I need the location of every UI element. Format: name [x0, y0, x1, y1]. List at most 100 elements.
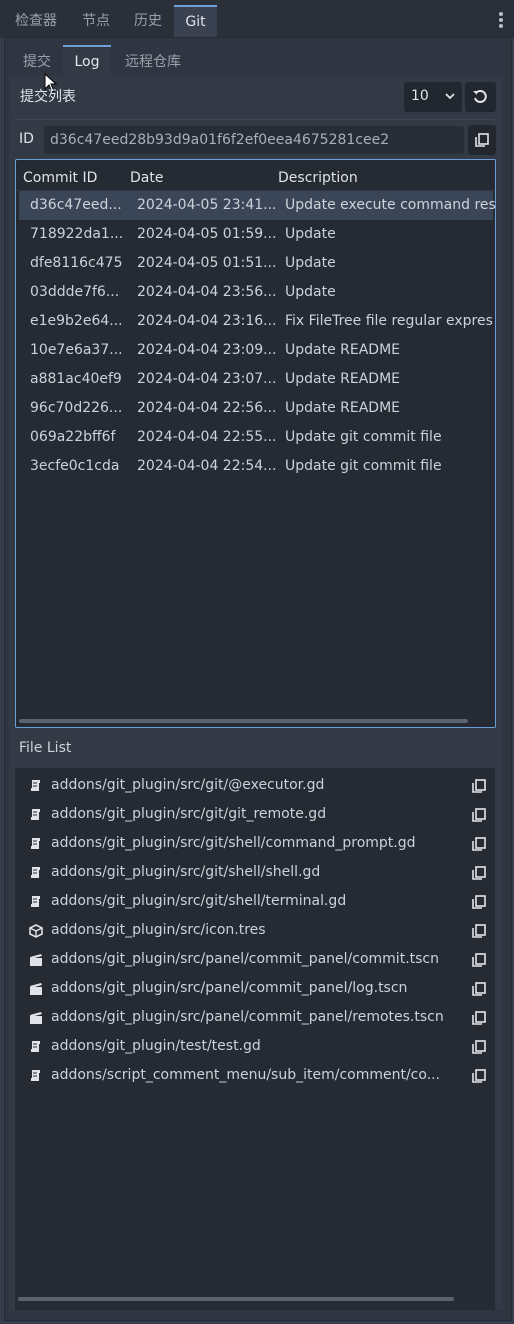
file-path: addons/script_comment_menu/sub_item/comm… — [51, 1067, 441, 1083]
copy-icon[interactable] — [472, 779, 486, 793]
copy-icon[interactable] — [472, 1069, 486, 1083]
table-row[interactable]: 96c70d226... 2024-04-04 22:56... Update … — [19, 394, 493, 423]
refresh-button[interactable] — [465, 82, 496, 112]
subtab-remotes[interactable]: 远程仓库 — [114, 47, 192, 77]
description-cell: Update README — [285, 371, 401, 387]
description-cell: Update — [285, 255, 336, 271]
date-cell: 2024-04-04 23:56... — [137, 284, 277, 300]
date-cell: 2024-04-04 22:55... — [137, 429, 277, 445]
description-cell: Update README — [285, 342, 401, 358]
copy-icon[interactable] — [472, 895, 486, 909]
commit-id-cell: 3ecfe0c1cda — [30, 458, 120, 474]
copy-icon[interactable] — [472, 982, 486, 996]
copy-icon[interactable] — [472, 808, 486, 822]
copy-icon — [475, 133, 489, 147]
copy-id-button[interactable] — [468, 125, 496, 155]
table-row[interactable]: 718922da1... 2024-04-05 01:59... Update — [19, 220, 493, 249]
list-item[interactable]: addons/git_plugin/src/git/shell/shell.gd — [15, 859, 495, 888]
commit-table[interactable]: Commit ID Date Description d36c47eed... … — [15, 159, 496, 728]
dock-tab-bar: 检查器 节点 历史 Git — [0, 0, 514, 38]
table-horizontal-scrollbar[interactable] — [19, 719, 468, 723]
script-icon — [31, 1070, 40, 1081]
list-item[interactable]: addons/git_plugin/src/icon.tres — [15, 917, 495, 946]
copy-icon[interactable] — [472, 1011, 486, 1025]
file-list[interactable]: addons/git_plugin/src/git/@executor.gd a… — [15, 768, 495, 1310]
tab-history[interactable]: 历史 — [122, 6, 174, 36]
table-row[interactable]: e1e9b2e64... 2024-04-04 23:16... Fix Fil… — [19, 307, 493, 336]
file-path: addons/git_plugin/src/panel/commit_panel… — [51, 980, 408, 996]
file-path: addons/git_plugin/src/git/shell/terminal… — [51, 893, 347, 909]
list-item[interactable]: addons/git_plugin/src/git/shell/command_… — [15, 830, 495, 859]
list-item[interactable]: addons/git_plugin/src/panel/commit_panel… — [15, 975, 495, 1004]
date-cell: 2024-04-04 23:16... — [137, 313, 277, 329]
commit-count-select[interactable]: 10 — [404, 82, 462, 112]
tab-inspector[interactable]: 检查器 — [4, 6, 68, 36]
date-cell: 2024-04-04 22:54... — [137, 458, 277, 474]
table-row[interactable]: d36c47eed... 2024-04-05 23:41... Update … — [19, 191, 495, 220]
commit-id-field[interactable]: d36c47eed28b93d9a01f6f2ef0eea4675281cee2 — [44, 126, 464, 154]
commit-id-cell: 96c70d226... — [30, 400, 123, 416]
scene-icon — [30, 983, 42, 995]
list-item[interactable]: addons/git_plugin/src/git/git_remote.gd — [15, 801, 495, 830]
file-path: addons/git_plugin/src/panel/commit_panel… — [51, 951, 439, 967]
divider — [15, 119, 495, 120]
table-row[interactable]: 10e7e6a37... 2024-04-04 23:09... Update … — [19, 336, 493, 365]
date-cell: 2024-04-05 01:51... — [137, 255, 277, 271]
file-path: addons/git_plugin/src/git/git_remote.gd — [51, 806, 327, 822]
column-header-date[interactable]: Date — [130, 170, 163, 186]
list-item[interactable]: addons/git_plugin/src/panel/commit_panel… — [15, 1004, 495, 1033]
column-header-description[interactable]: Description — [278, 170, 358, 186]
commit-id-cell: e1e9b2e64... — [30, 313, 123, 329]
commit-count-value: 10 — [411, 88, 429, 104]
description-cell: Update — [285, 284, 336, 300]
script-icon — [31, 809, 40, 820]
date-cell: 2024-04-04 23:07... — [137, 371, 277, 387]
file-path: addons/git_plugin/test/test.gd — [51, 1038, 261, 1054]
scene-icon — [30, 1012, 42, 1024]
commit-id-cell: d36c47eed... — [30, 197, 122, 213]
commit-id-cell: 03ddde7f6... — [30, 284, 120, 300]
table-row[interactable]: a881ac40ef9 2024-04-04 23:07... Update R… — [19, 365, 493, 394]
description-cell: Update git commit file — [285, 429, 442, 445]
commit-id-cell: 069a22bff6f — [30, 429, 116, 445]
date-cell: 2024-04-04 22:56... — [137, 400, 277, 416]
script-icon — [31, 780, 40, 791]
table-row[interactable]: dfe8116c475 2024-04-05 01:51... Update — [19, 249, 493, 278]
script-icon — [31, 838, 40, 849]
table-row[interactable]: 03ddde7f6... 2024-04-04 23:56... Update — [19, 278, 493, 307]
date-cell: 2024-04-04 23:09... — [137, 342, 277, 358]
commit-id-cell: 718922da1... — [30, 226, 124, 242]
description-cell: Update execute command res — [285, 197, 495, 213]
tab-git[interactable]: Git — [174, 5, 217, 38]
resource-icon — [29, 924, 43, 938]
file-path: addons/git_plugin/src/git/shell/shell.gd — [51, 864, 321, 880]
copy-icon[interactable] — [472, 866, 486, 880]
file-list-horizontal-scrollbar[interactable] — [18, 1297, 454, 1301]
description-cell: Update git commit file — [285, 458, 442, 474]
subtab-log[interactable]: Log — [63, 45, 111, 79]
list-item[interactable]: addons/git_plugin/test/test.gd — [15, 1033, 495, 1062]
copy-icon[interactable] — [472, 924, 486, 938]
description-cell: Update README — [285, 400, 401, 416]
file-path: addons/git_plugin/src/git/@executor.gd — [51, 777, 325, 793]
table-row[interactable]: 3ecfe0c1cda 2024-04-04 22:54... Update g… — [19, 452, 493, 481]
list-item[interactable]: addons/git_plugin/src/git/shell/terminal… — [15, 888, 495, 917]
refresh-icon — [473, 90, 487, 103]
date-cell: 2024-04-05 23:41... — [137, 197, 277, 213]
file-list-title: File List — [19, 740, 72, 756]
list-item[interactable]: addons/git_plugin/src/panel/commit_panel… — [15, 946, 495, 975]
file-path: addons/git_plugin/src/panel/commit_panel… — [51, 1009, 444, 1025]
description-cell: Fix FileTree file regular expres — [285, 313, 493, 329]
more-options-icon[interactable] — [499, 12, 503, 30]
file-path: addons/git_plugin/src/git/shell/command_… — [51, 835, 416, 851]
copy-icon[interactable] — [472, 837, 486, 851]
script-icon — [31, 1041, 40, 1052]
list-item[interactable]: addons/git_plugin/src/git/@executor.gd — [15, 772, 495, 801]
column-header-commit-id[interactable]: Commit ID — [23, 170, 97, 186]
script-icon — [31, 896, 40, 907]
tab-nodes[interactable]: 节点 — [68, 6, 124, 36]
list-item[interactable]: addons/script_comment_menu/sub_item/comm… — [15, 1062, 495, 1091]
table-row[interactable]: 069a22bff6f 2024-04-04 22:55... Update g… — [19, 423, 493, 452]
copy-icon[interactable] — [472, 1040, 486, 1054]
copy-icon[interactable] — [472, 953, 486, 967]
